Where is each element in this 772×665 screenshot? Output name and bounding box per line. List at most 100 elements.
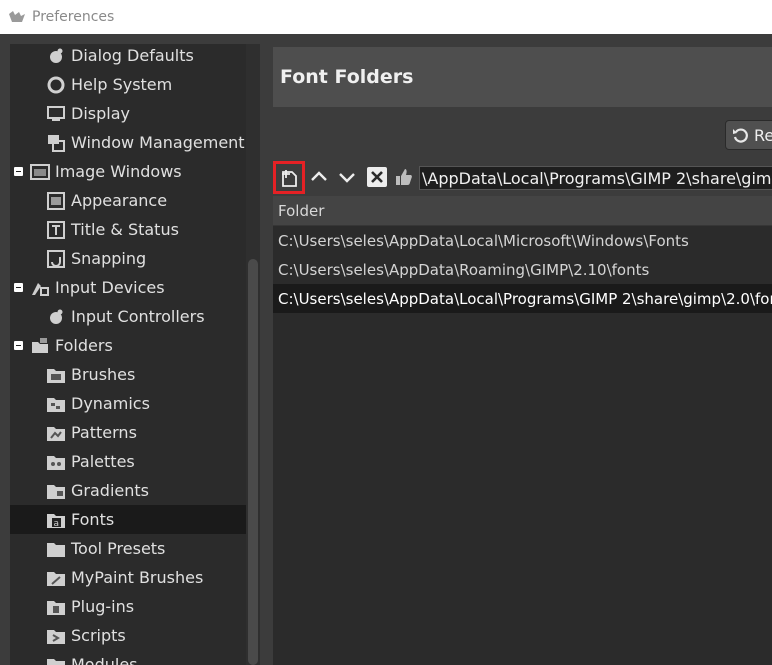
gradients-folder-icon <box>46 481 66 501</box>
page-title: Font Folders <box>280 66 414 88</box>
gimp-logo-icon <box>8 10 26 24</box>
move-up-button[interactable] <box>306 163 332 191</box>
sidebar-item-plug-ins[interactable]: Plug-ins <box>10 592 246 621</box>
sidebar-item-title-status[interactable]: Title & Status <box>10 215 246 244</box>
reset-label: Re <box>754 125 772 145</box>
title-bar: Preferences <box>0 0 772 34</box>
folder-row-selected[interactable]: C:\Users\seles\AppData\Local\Programs\GI… <box>273 284 772 313</box>
input-controllers-icon <box>46 307 66 327</box>
chevron-up-icon <box>309 167 329 187</box>
folder-path: C:\Users\seles\AppData\Local\Microsoft\W… <box>278 231 689 250</box>
folder-list: Folder C:\Users\seles\AppData\Local\Micr… <box>273 196 772 665</box>
thumbs-up-icon <box>394 167 414 187</box>
image-window-icon <box>30 162 50 182</box>
window-title: Preferences <box>32 9 115 25</box>
chevron-down-icon <box>337 167 357 187</box>
sidebar-item-label: MyPaint Brushes <box>71 568 204 587</box>
move-down-button[interactable] <box>334 163 360 191</box>
sidebar-item-help-system[interactable]: Help System <box>10 70 246 99</box>
plugins-folder-icon <box>46 597 66 617</box>
sidebar-item-label: Tool Presets <box>71 539 166 558</box>
sidebar-item-window-management[interactable]: Window Management <box>10 128 246 157</box>
folder-toolbar <box>273 161 772 195</box>
sidebar-item-label: Palettes <box>71 452 135 471</box>
sidebar-item-mypaint-brushes[interactable]: MyPaint Brushes <box>10 563 246 592</box>
sidebar-item-label: Dialog Defaults <box>71 46 194 65</box>
sidebar-item-brushes[interactable]: Brushes <box>10 360 246 389</box>
sidebar-item-label: Input Devices <box>55 278 165 297</box>
reset-button[interactable]: Re <box>725 120 772 150</box>
svg-text:a: a <box>54 519 60 529</box>
folder-row[interactable]: C:\Users\seles\AppData\Roaming\GIMP\2.10… <box>273 255 772 284</box>
collapse-icon[interactable] <box>14 167 23 176</box>
sidebar-item-modules[interactable]: Modules <box>10 650 246 665</box>
reset-icon <box>731 125 751 145</box>
sidebar-scrollbar[interactable] <box>246 44 260 665</box>
brushes-folder-icon <box>46 365 66 385</box>
input-devices-icon <box>30 278 50 298</box>
folder-path: C:\Users\seles\AppData\Local\Programs\GI… <box>278 289 772 308</box>
sidebar-item-label: Title & Status <box>71 220 179 239</box>
sidebar-item-label: Plug-ins <box>71 597 135 616</box>
collapse-icon[interactable] <box>14 341 23 350</box>
sidebar-item-input-devices[interactable]: Input Devices <box>10 273 246 302</box>
scripts-folder-icon <box>46 626 66 646</box>
sidebar-item-label: Gradients <box>71 481 149 500</box>
sidebar-item-label: Dynamics <box>71 394 150 413</box>
sidebar-item-snapping[interactable]: Snapping <box>10 244 246 273</box>
sidebar-item-scripts[interactable]: Scripts <box>10 621 246 650</box>
folders-icon <box>30 336 50 356</box>
tool-presets-folder-icon <box>46 539 66 559</box>
sidebar-item-dynamics[interactable]: Dynamics <box>10 389 246 418</box>
folder-row[interactable]: C:\Users\seles\AppData\Local\Microsoft\W… <box>273 226 772 255</box>
palettes-folder-icon <box>46 452 66 472</box>
sidebar-item-display[interactable]: Display <box>10 99 246 128</box>
display-icon <box>46 104 66 124</box>
sidebar-item-label: Appearance <box>71 191 168 210</box>
collapse-icon[interactable] <box>14 283 23 292</box>
sidebar-item-label: Folders <box>55 336 113 355</box>
sidebar-item-patterns[interactable]: Patterns <box>10 418 246 447</box>
sidebar-item-label: Snapping <box>71 249 147 268</box>
preferences-sidebar: Dialog Defaults Help System Display Wind… <box>10 44 246 665</box>
title-status-icon <box>46 220 66 240</box>
sidebar-item-label: Fonts <box>71 510 115 529</box>
sidebar-item-label: Modules <box>71 655 138 665</box>
add-folder-button[interactable] <box>273 161 305 194</box>
sidebar-item-appearance[interactable]: Appearance <box>10 186 246 215</box>
sidebar-item-tool-presets[interactable]: Tool Presets <box>10 534 246 563</box>
folder-path: C:\Users\seles\AppData\Roaming\GIMP\2.10… <box>278 260 650 279</box>
sidebar-item-input-controllers[interactable]: Input Controllers <box>10 302 246 331</box>
help-icon <box>46 75 66 95</box>
sidebar-item-folders[interactable]: Folders <box>10 331 246 360</box>
sidebar-item-label: Display <box>71 104 130 123</box>
sidebar-scrollbar-thumb[interactable] <box>248 259 258 665</box>
fonts-folder-icon: a <box>46 510 66 530</box>
sidebar-item-gradients[interactable]: Gradients <box>10 476 246 505</box>
sidebar-item-label: Help System <box>71 75 173 94</box>
dynamics-folder-icon <box>46 394 66 414</box>
page-header: Font Folders <box>273 47 772 107</box>
sidebar-item-image-windows[interactable]: Image Windows <box>10 157 246 186</box>
sidebar-item-label: Scripts <box>71 626 126 645</box>
appearance-icon <box>46 191 66 211</box>
mypaint-brushes-folder-icon <box>46 568 66 588</box>
modules-folder-icon <box>46 655 66 665</box>
snapping-icon <box>46 249 66 269</box>
sidebar-item-label: Brushes <box>71 365 136 384</box>
sidebar-item-palettes[interactable]: Palettes <box>10 447 246 476</box>
patterns-folder-icon <box>46 423 66 443</box>
dialog-defaults-icon <box>46 46 66 66</box>
sidebar-item-dialog-defaults[interactable]: Dialog Defaults <box>10 44 246 70</box>
delete-icon <box>366 166 388 188</box>
new-folder-icon <box>279 168 299 188</box>
sidebar-item-fonts[interactable]: a Fonts <box>10 505 246 534</box>
sidebar-item-label: Patterns <box>71 423 137 442</box>
folder-column-header[interactable]: Folder <box>273 196 772 226</box>
folder-path-input[interactable] <box>419 166 772 190</box>
sidebar-item-label: Image Windows <box>55 162 182 181</box>
sidebar-item-label: Input Controllers <box>71 307 205 326</box>
delete-folder-button[interactable] <box>364 163 390 191</box>
column-header-label: Folder <box>278 201 325 220</box>
mark-writable-button[interactable] <box>391 163 417 191</box>
